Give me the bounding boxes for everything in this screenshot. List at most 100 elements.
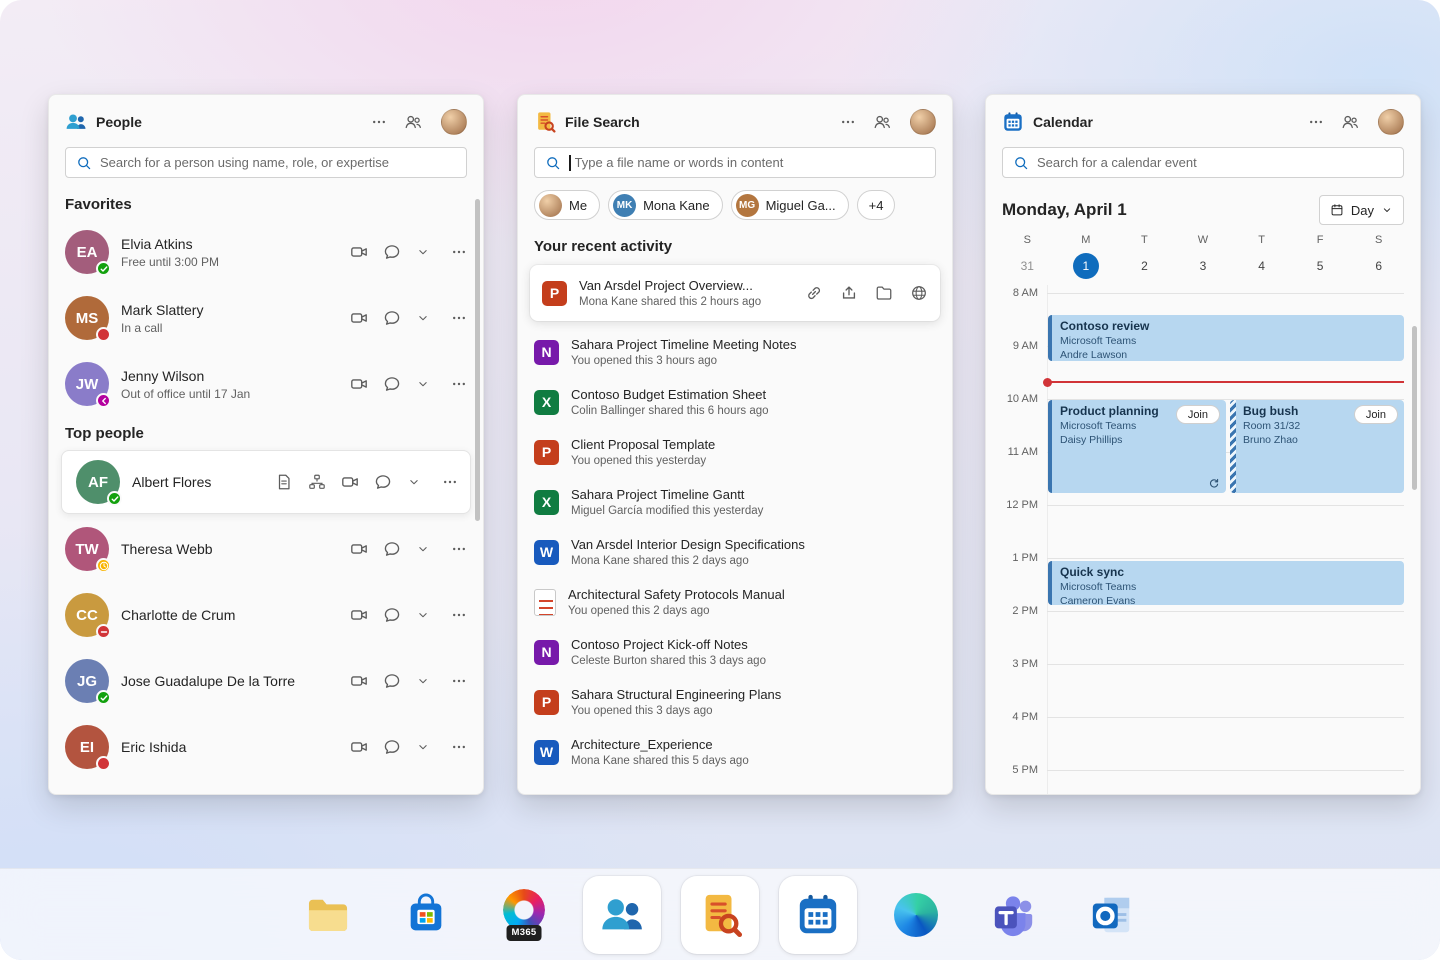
- taskbar-m365-app[interactable]: M365: [485, 876, 563, 954]
- calendar-search-input[interactable]: [1037, 155, 1393, 170]
- expand-chevron-button[interactable]: [416, 245, 430, 259]
- video-call-button[interactable]: [350, 309, 368, 327]
- chat-button[interactable]: [383, 672, 401, 690]
- open-folder-button[interactable]: [875, 284, 893, 302]
- event-quick-sync[interactable]: Quick sync Microsoft Teams Cameron Evans: [1048, 561, 1404, 605]
- filter-chip-more-people[interactable]: +4: [857, 190, 896, 220]
- expand-chevron-button[interactable]: [416, 542, 430, 556]
- expand-chevron-button[interactable]: [416, 740, 430, 754]
- chat-button[interactable]: [383, 738, 401, 756]
- week-day-wednesday[interactable]: W 3: [1174, 234, 1233, 279]
- week-day-saturday[interactable]: S 6: [1349, 234, 1408, 279]
- week-day-sunday[interactable]: S 31: [998, 234, 1057, 279]
- person-row-jose-guadalupe-de-la-torre[interactable]: JG Jose Guadalupe De la Torre: [49, 648, 483, 714]
- day-number-selected[interactable]: 1: [1073, 253, 1099, 279]
- more-actions-button[interactable]: [451, 607, 467, 623]
- calendar-people-button[interactable]: [1341, 113, 1359, 131]
- view-selector-day-button[interactable]: Day: [1319, 195, 1404, 225]
- chat-button[interactable]: [383, 606, 401, 624]
- day-number[interactable]: 5: [1307, 253, 1333, 279]
- video-call-button[interactable]: [350, 243, 368, 261]
- day-number[interactable]: 2: [1131, 253, 1157, 279]
- expand-chevron-button[interactable]: [416, 311, 430, 325]
- chat-button[interactable]: [383, 375, 401, 393]
- day-number[interactable]: 6: [1366, 253, 1392, 279]
- file-row-van-arsdel-interior-specs[interactable]: W Van Arsdel Interior Design Specificati…: [518, 527, 952, 577]
- taskbar-people-app[interactable]: [583, 876, 661, 954]
- week-day-thursday[interactable]: T 4: [1232, 234, 1291, 279]
- open-in-browser-button[interactable]: [910, 284, 928, 302]
- file-row-van-arsdel-project-overview[interactable]: P Van Arsdel Project Overview... Mona Ka…: [530, 265, 940, 321]
- week-day-monday[interactable]: M 1: [1057, 234, 1116, 279]
- user-avatar[interactable]: [441, 109, 467, 135]
- org-chart-button[interactable]: [308, 473, 326, 491]
- file-row-sahara-timeline-gantt[interactable]: X Sahara Project Timeline Gantt Miguel G…: [518, 477, 952, 527]
- file-row-safety-protocols-manual[interactable]: Architectural Safety Protocols Manual Yo…: [518, 577, 952, 627]
- chat-button[interactable]: [383, 540, 401, 558]
- people-more-options-button[interactable]: [371, 114, 387, 130]
- expand-chevron-button[interactable]: [416, 377, 430, 391]
- taskbar-outlook[interactable]: [1073, 876, 1151, 954]
- file-search-input[interactable]: [575, 155, 926, 170]
- expand-chevron-button[interactable]: [407, 475, 421, 489]
- expand-chevron-button[interactable]: [416, 608, 430, 622]
- file-row-contoso-kickoff-notes[interactable]: N Contoso Project Kick-off Notes Celeste…: [518, 627, 952, 677]
- file-row-client-proposal-template[interactable]: P Client Proposal Template You opened th…: [518, 427, 952, 477]
- taskbar-file-explorer[interactable]: [289, 876, 367, 954]
- person-row-elvia-atkins[interactable]: EA Elvia Atkins Free until 3:00 PM: [49, 219, 483, 285]
- more-actions-button[interactable]: [451, 310, 467, 326]
- week-day-tuesday[interactable]: T 2: [1115, 234, 1174, 279]
- video-call-button[interactable]: [350, 606, 368, 624]
- calendar-more-options-button[interactable]: [1308, 114, 1324, 130]
- file-search-people-button[interactable]: [873, 113, 891, 131]
- join-meeting-button[interactable]: Join: [1354, 405, 1398, 424]
- people-search-input[interactable]: [100, 155, 456, 170]
- chat-button[interactable]: [383, 243, 401, 261]
- file-row-sahara-meeting-notes[interactable]: N Sahara Project Timeline Meeting Notes …: [518, 327, 952, 377]
- join-meeting-button[interactable]: Join: [1176, 405, 1220, 424]
- taskbar-edge-browser[interactable]: [877, 876, 955, 954]
- more-actions-button[interactable]: [451, 244, 467, 260]
- day-number[interactable]: 31: [1014, 253, 1040, 279]
- video-call-button[interactable]: [350, 375, 368, 393]
- filter-chip-miguel-garcia[interactable]: MG Miguel Ga...: [731, 190, 849, 220]
- person-row-theresa-webb[interactable]: TW Theresa Webb: [49, 516, 483, 582]
- person-row-charlotte-de-crum[interactable]: CC Charlotte de Crum: [49, 582, 483, 648]
- video-call-button[interactable]: [341, 473, 359, 491]
- user-avatar[interactable]: [910, 109, 936, 135]
- profile-document-button[interactable]: [275, 473, 293, 491]
- video-call-button[interactable]: [350, 540, 368, 558]
- day-view-grid[interactable]: 8 AM 9 AM 10 AM 11 AM 12 PM 1 PM 2 PM 3 …: [986, 285, 1420, 794]
- more-actions-button[interactable]: [451, 673, 467, 689]
- chat-button[interactable]: [383, 309, 401, 327]
- video-call-button[interactable]: [350, 738, 368, 756]
- person-row-jenny-wilson[interactable]: JW Jenny Wilson Out of office until 17 J…: [49, 351, 483, 417]
- file-row-sahara-engineering-plans[interactable]: P Sahara Structural Engineering Plans Yo…: [518, 677, 952, 727]
- more-actions-button[interactable]: [451, 376, 467, 392]
- week-day-friday[interactable]: F 5: [1291, 234, 1350, 279]
- share-button[interactable]: [840, 284, 858, 302]
- more-actions-button[interactable]: [442, 474, 458, 490]
- filter-chip-me[interactable]: Me: [534, 190, 600, 220]
- people-directory-button[interactable]: [404, 113, 422, 131]
- day-number[interactable]: 3: [1190, 253, 1216, 279]
- chat-button[interactable]: [374, 473, 392, 491]
- person-row-eric-ishida[interactable]: EI Eric Ishida: [49, 714, 483, 780]
- taskbar-calendar-app[interactable]: [779, 876, 857, 954]
- file-row-contoso-budget-sheet[interactable]: X Contoso Budget Estimation Sheet Colin …: [518, 377, 952, 427]
- taskbar-teams[interactable]: [975, 876, 1053, 954]
- people-scrollbar[interactable]: [475, 199, 480, 521]
- event-bug-bush[interactable]: Bug bush Room 31/32 Bruno Zhao Join: [1230, 400, 1404, 493]
- filter-chip-mona-kane[interactable]: MK Mona Kane: [608, 190, 723, 220]
- file-search-more-options-button[interactable]: [840, 114, 856, 130]
- taskbar-microsoft-store[interactable]: [387, 876, 465, 954]
- person-row-mark-slattery[interactable]: MS Mark Slattery In a call: [49, 285, 483, 351]
- event-contoso-review[interactable]: Contoso review Microsoft Teams Andre Law…: [1048, 315, 1404, 361]
- video-call-button[interactable]: [350, 672, 368, 690]
- file-row-architecture-experience[interactable]: W Architecture_Experience Mona Kane shar…: [518, 727, 952, 777]
- day-number[interactable]: 4: [1249, 253, 1275, 279]
- event-product-planning[interactable]: Product planning Microsoft Teams Daisy P…: [1048, 400, 1226, 493]
- more-actions-button[interactable]: [451, 541, 467, 557]
- user-avatar[interactable]: [1378, 109, 1404, 135]
- more-actions-button[interactable]: [451, 739, 467, 755]
